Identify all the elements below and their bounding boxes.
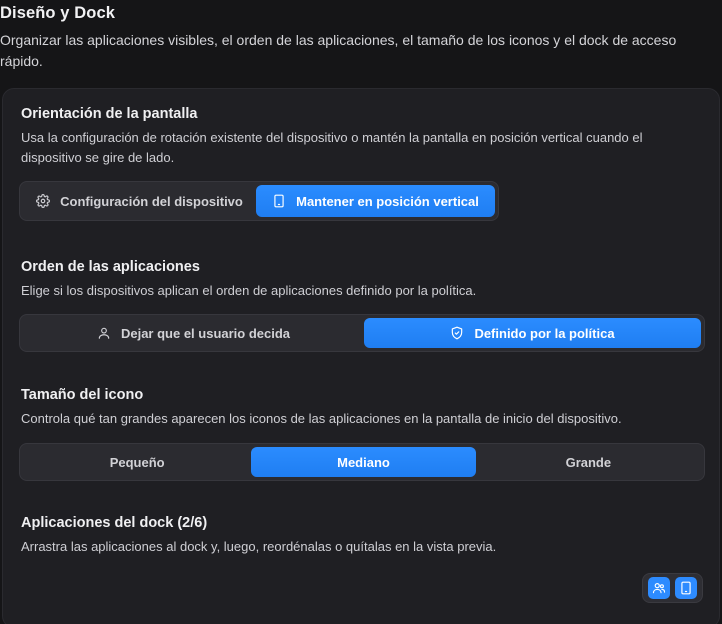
settings-card: Orientación de la pantalla Usa la config… xyxy=(2,88,720,624)
app-order-title: Orden de las aplicaciones xyxy=(21,259,200,275)
app-order-option-policy[interactable]: Definido por la política xyxy=(364,318,701,348)
device-preview-button[interactable] xyxy=(675,577,697,599)
dock-description: Arrastra las aplicaciones al dock y, lue… xyxy=(21,539,497,554)
layout-dock-page: Diseño y Dock Organizar las aplicaciones… xyxy=(0,0,722,624)
tablet-icon xyxy=(272,194,286,208)
icon-size-option-small[interactable]: Pequeño xyxy=(23,447,251,477)
user-icon xyxy=(97,326,111,340)
orientation-option-portrait-label: Mantener en posición vertical xyxy=(296,193,479,209)
users-icon xyxy=(652,581,666,595)
orientation-segmented-control: Configuración del dispositivo Mantener e… xyxy=(19,181,499,221)
app-order-option-user-label: Dejar que el usuario decida xyxy=(120,325,291,341)
icon-size-description: Controla qué tan grandes aparecen los ic… xyxy=(21,411,622,426)
tablet-icon xyxy=(679,581,693,595)
icon-size-title: Tamaño del icono xyxy=(21,387,144,403)
floating-actions xyxy=(642,573,703,603)
gear-icon xyxy=(36,194,51,208)
orientation-title: Orientación de la pantalla xyxy=(21,106,198,122)
users-button[interactable] xyxy=(648,577,670,599)
orientation-option-device-label: Configuración del dispositivo xyxy=(60,193,243,209)
orientation-description: Usa la configuración de rotación existen… xyxy=(21,130,643,165)
app-order-segmented-control: Dejar que el usuario decida Definido por… xyxy=(19,314,705,352)
orientation-option-device[interactable]: Configuración del dispositivo xyxy=(23,185,256,217)
app-order-option-user[interactable]: Dejar que el usuario decida xyxy=(23,318,364,348)
icon-size-option-medium[interactable]: Mediano xyxy=(251,447,476,477)
icon-size-segmented-control: Pequeño Mediano Grande xyxy=(19,443,705,481)
page-title: Diseño y Dock xyxy=(0,4,116,22)
orientation-option-portrait[interactable]: Mantener en posición vertical xyxy=(256,185,495,217)
app-order-description: Elige si los dispositivos aplican el ord… xyxy=(21,283,477,298)
app-order-option-policy-label: Definido por la política xyxy=(474,325,615,341)
icon-size-option-large[interactable]: Grande xyxy=(476,447,701,477)
dock-title: Aplicaciones del dock (2/6) xyxy=(21,515,208,531)
shield-icon xyxy=(450,326,464,340)
page-description: Organizar las aplicaciones visibles, el … xyxy=(0,32,677,69)
